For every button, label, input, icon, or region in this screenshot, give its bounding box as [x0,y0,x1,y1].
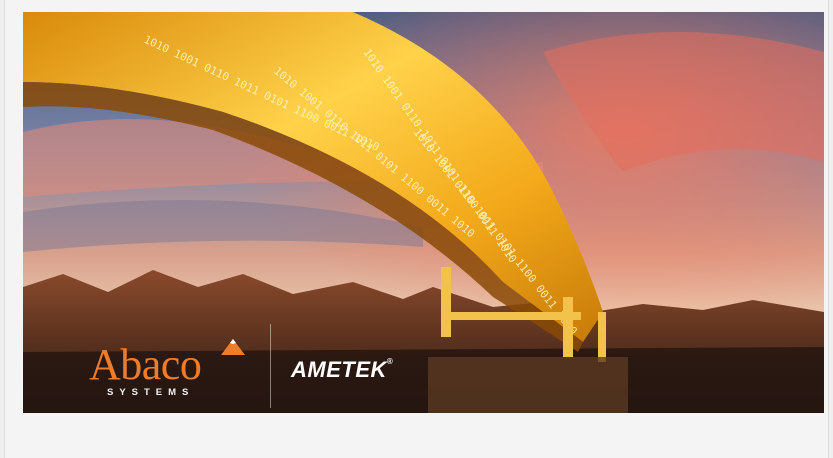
logo-divider [270,324,271,408]
abaco-wordmark: Abaco [89,340,202,389]
registered-mark: ® [386,357,394,366]
page-frame: 1010 1001 0110 1011 0101 1100 0011 1010 … [4,0,829,458]
ametek-logo: AMETEK® [291,357,393,383]
abaco-systems-logo: Abaco SYSTEMS [89,339,245,402]
abaco-tagline: SYSTEMS [107,387,195,398]
ametek-wordmark: AMETEK [291,357,387,382]
hero-banner-image: 1010 1001 0110 1011 0101 1100 0011 1010 … [23,12,824,413]
abaco-mountain-icon [221,339,245,355]
